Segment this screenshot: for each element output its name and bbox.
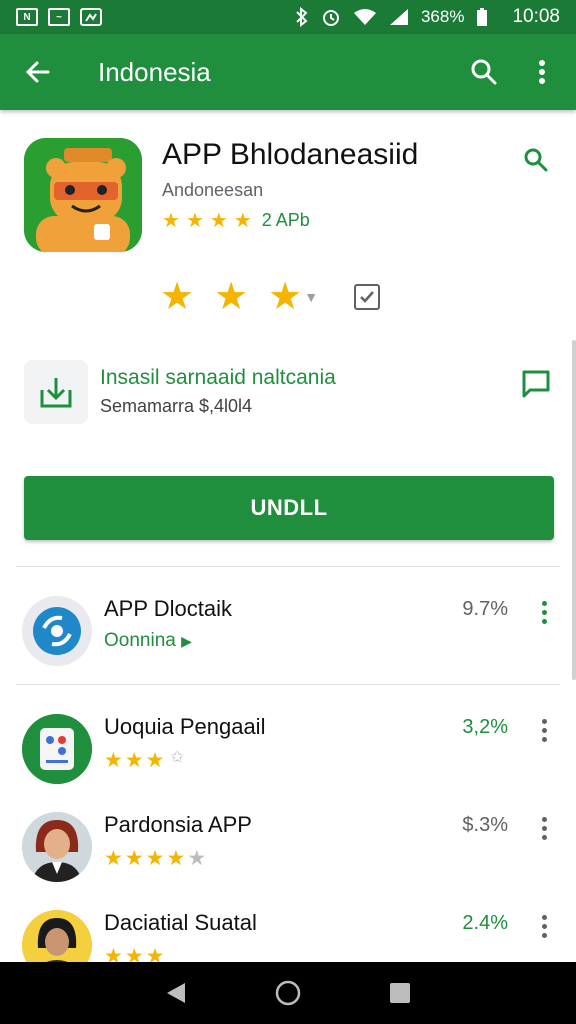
list-item-percent: $.3% [462,814,508,836]
star-icon[interactable]: ★ [160,278,194,316]
more-vert-icon [539,60,545,84]
app-list-icon [22,714,92,784]
chat-icon [522,370,550,398]
list-item-title: Daciatial Suatal [104,910,257,935]
battery-percent: 368% [420,7,465,26]
install-info-subtitle: Semamarra $,4l0l4 [100,396,253,416]
more-options-button[interactable] [532,906,556,946]
list-item[interactable]: Uoquia Pengaail ★ ★ ★ ✩ 3,2% [0,706,576,806]
list-item[interactable]: APP Dloctaik Oonnina ▶ 9.7% [0,588,576,688]
notification-icon: N [16,8,38,26]
divider [16,566,560,567]
nav-home-button[interactable] [264,969,312,1017]
app-icon[interactable] [24,138,142,252]
scrollbar[interactable] [572,340,576,680]
app-bar: Indonesia [0,34,576,110]
half-star-icon: ★ [166,847,186,870]
list-item-title: Pardonsia APP [104,812,252,837]
user-rating[interactable]: ★ ★ ★ ▼ [160,278,381,316]
half-star-icon: ★ [268,276,303,318]
more-options-button[interactable] [532,710,556,750]
square-recents-icon [390,983,410,1003]
star-icon: ★ [145,749,165,772]
search-icon [471,59,497,85]
star-icon[interactable]: ★ [214,278,248,316]
avatar [22,812,92,882]
status-bar: N ~ 368% 10:08 [0,0,576,34]
message-button[interactable] [516,364,556,404]
system-nav-bar [0,962,576,1024]
star-outline-icon: ✩ [170,749,184,766]
triangle-back-icon [167,983,185,1003]
install-button[interactable]: UNDLL [24,476,554,540]
alarm-icon [322,10,339,26]
app-header: APP Bhlodaneasiid Andoneesan ★ ★ ★ ★ 2 A… [0,118,576,348]
list-item-rating: ★ ★ ★ ★ ★ [104,848,206,869]
search-button[interactable] [462,50,506,94]
star-icon: ★ [209,209,228,232]
app-title: APP Bhlodaneasiid [162,138,419,171]
list-item-percent: 2.4% [462,912,508,934]
bluetooth-icon [296,7,308,27]
mascot-icon [24,138,142,252]
circle-home-icon [275,980,301,1006]
download-icon [24,360,88,424]
star-icon: ★ [145,847,165,870]
more-options-button[interactable] [520,50,564,94]
more-options-button[interactable] [532,592,556,632]
star-icon: ★ [104,749,123,772]
battery-icon [477,8,488,26]
chevron-right-icon: ▶ [181,633,192,649]
list-item-percent: 9.7% [462,598,508,620]
nav-recents-button[interactable] [376,969,424,1017]
app-list-icon [22,596,92,666]
list-item-subtitle[interactable]: Oonnina ▶ [104,630,192,652]
more-options-button[interactable] [532,808,556,848]
list-item-rating: ★ ★ ★ ✩ [104,749,184,772]
divider [16,684,560,685]
app-publisher[interactable]: Andoneesan [162,180,263,201]
list-item[interactable]: Pardonsia APP ★ ★ ★ ★ ★ $.3% [0,804,576,904]
signal-icon [389,9,408,25]
list-item-title: Uoquia Pengaail [104,714,266,739]
install-info-title: Insasil sarnaaid naltcania [100,366,336,389]
star-icon: ★ [104,847,123,870]
list-item-title: APP Dloctaik [104,596,232,621]
install-info[interactable]: Insasil sarnaaid naltcania Semamarra $,4… [0,356,576,436]
star-dropdown[interactable]: ★ ▼ [268,278,318,316]
arrow-back-icon [25,61,50,83]
rating-count: 2 APb [261,210,310,230]
star-icon: ★ [124,847,144,870]
clock: 10:08 [512,6,560,27]
star-icon: ★ [162,209,180,232]
nav-back-button[interactable] [152,969,200,1017]
back-button[interactable] [14,48,62,96]
app-rating: ★ ★ ★ ★ 2 APb [162,210,310,231]
star-empty-icon: ★ [187,847,207,870]
half-star-icon: ★ [233,209,252,232]
notification-app-icon [80,8,102,26]
checkbox-icon[interactable] [354,284,381,310]
list-item-percent: 3,2% [462,716,508,738]
chevron-down-icon: ▼ [304,289,319,305]
star-icon: ★ [185,209,204,232]
search-icon [524,148,548,172]
wifi-icon [353,9,376,25]
star-icon: ★ [124,749,144,772]
page-title: Indonesia [98,56,211,87]
header-search-button[interactable] [516,140,556,180]
notification-image-icon: ~ [48,8,70,26]
